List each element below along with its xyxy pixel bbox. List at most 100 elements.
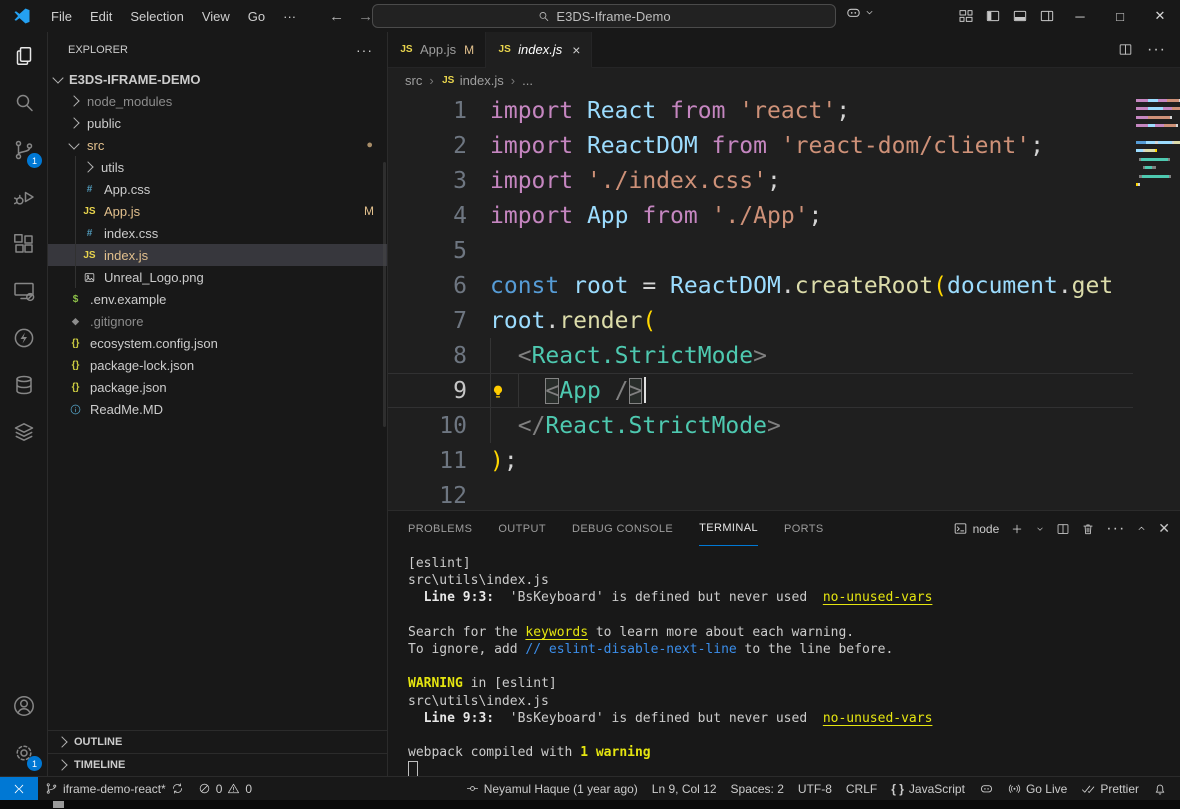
code-line-3[interactable]: 3import './index.css'; (388, 163, 1133, 198)
tree-item-public[interactable]: public (48, 112, 387, 134)
panel-tab-debug-console[interactable]: DEBUG CONSOLE (572, 512, 673, 546)
git-blame-status[interactable]: Neyamul Haque (1 year ago) (459, 777, 645, 800)
maximize-panel-button[interactable] (1136, 523, 1147, 534)
editor-more-actions[interactable]: ··· (1147, 41, 1166, 59)
terminal-shell-selector[interactable]: node (953, 521, 1000, 536)
tree-item-package-json[interactable]: {}package.json (48, 376, 387, 398)
code-line-4[interactable]: 4import App from './App'; (388, 198, 1133, 233)
notifications-bell[interactable] (1146, 777, 1174, 800)
maximize-button[interactable]: □ (1100, 0, 1140, 32)
breadcrumb-item[interactable]: JSindex.js (441, 73, 504, 88)
code-editor[interactable]: 1import React from 'react';2import React… (388, 93, 1180, 510)
prettier-status[interactable]: Prettier (1074, 777, 1146, 800)
code-line-1[interactable]: 1import React from 'react'; (388, 93, 1133, 128)
tree-item--env-example[interactable]: $.env.example (48, 288, 387, 310)
activity-settings[interactable]: 1 (0, 729, 47, 776)
minimap[interactable] (1133, 93, 1180, 510)
tree-item-index-js[interactable]: JSindex.js (48, 244, 387, 266)
git-branch-status[interactable]: iframe-demo-react* (38, 777, 191, 800)
tree-item-src[interactable]: src● (48, 134, 387, 156)
panel-more-actions[interactable]: ··· (1106, 520, 1125, 538)
panel-tab-ports[interactable]: PORTS (784, 512, 824, 546)
activity-explorer[interactable] (0, 32, 47, 79)
activity-extensions[interactable] (0, 220, 47, 267)
remote-indicator[interactable] (0, 777, 38, 800)
tab-app-js[interactable]: JSApp.jsM (388, 32, 486, 67)
language-status[interactable]: { }JavaScript (884, 777, 972, 800)
tree-item-ecosystem-config-json[interactable]: {}ecosystem.config.json (48, 332, 387, 354)
terminal-link[interactable]: keywords (525, 625, 588, 640)
activity-layers[interactable] (0, 408, 47, 455)
activity-run-debug[interactable] (0, 173, 47, 220)
go-live-status[interactable]: Go Live (1001, 777, 1074, 800)
code-line-2[interactable]: 2import ReactDOM from 'react-dom/client'… (388, 128, 1133, 163)
tree-item-app-css[interactable]: #App.css (48, 178, 387, 200)
split-editor-icon[interactable] (1118, 42, 1133, 57)
tree-item-app-js[interactable]: JSApp.jsM (48, 200, 387, 222)
menu-go[interactable]: Go (239, 9, 274, 24)
terminal-link[interactable]: no-unused-vars (823, 711, 933, 726)
eol-status[interactable]: CRLF (839, 777, 884, 800)
copilot-menu[interactable] (845, 4, 875, 21)
cursor-position-status[interactable]: Ln 9, Col 12 (645, 777, 724, 800)
panel-tab-output[interactable]: OUTPUT (498, 512, 546, 546)
code-line-8[interactable]: 8 <React.StrictMode> (388, 338, 1133, 373)
copilot-status[interactable] (972, 777, 1001, 800)
sidebar-scrollbar[interactable] (383, 162, 386, 427)
close-panel-button[interactable]: ✕ (1158, 520, 1170, 537)
code-line-7[interactable]: 7root.render( (388, 303, 1133, 338)
menu-file[interactable]: File (42, 9, 81, 24)
code-line-6[interactable]: 6const root = ReactDOM.createRoot(docume… (388, 268, 1133, 303)
minimize-button[interactable]: ─ (1060, 0, 1100, 32)
close-button[interactable]: ✕ (1140, 0, 1180, 32)
menu-selection[interactable]: Selection (121, 9, 192, 24)
breadcrumb-item[interactable]: ... (522, 73, 533, 88)
code-line-5[interactable]: 5 (388, 233, 1133, 268)
panel-tab-terminal[interactable]: TERMINAL (699, 512, 758, 546)
customize-layout-button[interactable] (952, 1, 979, 31)
command-center-search[interactable]: E3DS-Iframe-Demo (372, 4, 836, 28)
close-icon[interactable]: × (572, 42, 580, 58)
explorer-more-actions[interactable]: ··· (356, 42, 373, 58)
tree-item-utils[interactable]: utils (48, 156, 387, 178)
toggle-panel-button[interactable] (1006, 1, 1033, 31)
launch-profile-chevron-icon[interactable] (1035, 524, 1045, 534)
tree-item-index-css[interactable]: #index.css (48, 222, 387, 244)
activity-database[interactable] (0, 361, 47, 408)
split-terminal-button[interactable] (1056, 522, 1070, 536)
code-line-11[interactable]: 11); (388, 443, 1133, 478)
tab-index-js[interactable]: JSindex.js× (486, 32, 592, 68)
activity-search[interactable] (0, 79, 47, 126)
activity-source-control[interactable]: 1 (0, 126, 47, 173)
code-line-9[interactable]: 9 <App /> (388, 373, 1133, 408)
code-line-10[interactable]: 10 </React.StrictMode> (388, 408, 1133, 443)
menu-[interactable]: ··· (274, 9, 305, 24)
code-line-12[interactable]: 12 (388, 478, 1133, 510)
terminal-output[interactable]: [eslint]src\utils\index.js Line 9:3: 'Bs… (388, 546, 1180, 776)
menu-edit[interactable]: Edit (81, 9, 121, 24)
forward-arrow[interactable]: → (358, 8, 373, 25)
tree-item-unreal-logo-png[interactable]: Unreal_Logo.png (48, 266, 387, 288)
toggle-secondary-sidebar-button[interactable] (1033, 1, 1060, 31)
lightbulb-icon[interactable] (489, 381, 507, 407)
tree-item-package-lock-json[interactable]: {}package-lock.json (48, 354, 387, 376)
problems-status[interactable]: 00 (191, 777, 259, 800)
terminal-link[interactable]: no-unused-vars (823, 590, 933, 605)
new-terminal-button[interactable] (1010, 522, 1024, 536)
activity-remote-explorer[interactable] (0, 267, 47, 314)
panel-tab-problems[interactable]: PROBLEMS (408, 512, 472, 546)
indentation-status[interactable]: Spaces: 2 (724, 777, 791, 800)
breadcrumb-item[interactable]: src (405, 73, 422, 88)
menu-view[interactable]: View (193, 9, 239, 24)
encoding-status[interactable]: UTF-8 (791, 777, 839, 800)
tree-item-readme-md[interactable]: ReadMe.MD (48, 398, 387, 420)
tree-item-node-modules[interactable]: node_modules (48, 90, 387, 112)
tree-item--gitignore[interactable]: ◆.gitignore (48, 310, 387, 332)
kill-terminal-button[interactable] (1081, 522, 1095, 536)
back-arrow[interactable]: ← (329, 8, 344, 25)
section-timeline[interactable]: TIMELINE (48, 753, 387, 776)
section-outline[interactable]: OUTLINE (48, 730, 387, 753)
activity-accounts[interactable] (0, 682, 47, 729)
tree-root[interactable]: E3DS-IFRAME-DEMO (48, 68, 387, 90)
toggle-primary-sidebar-button[interactable] (979, 1, 1006, 31)
